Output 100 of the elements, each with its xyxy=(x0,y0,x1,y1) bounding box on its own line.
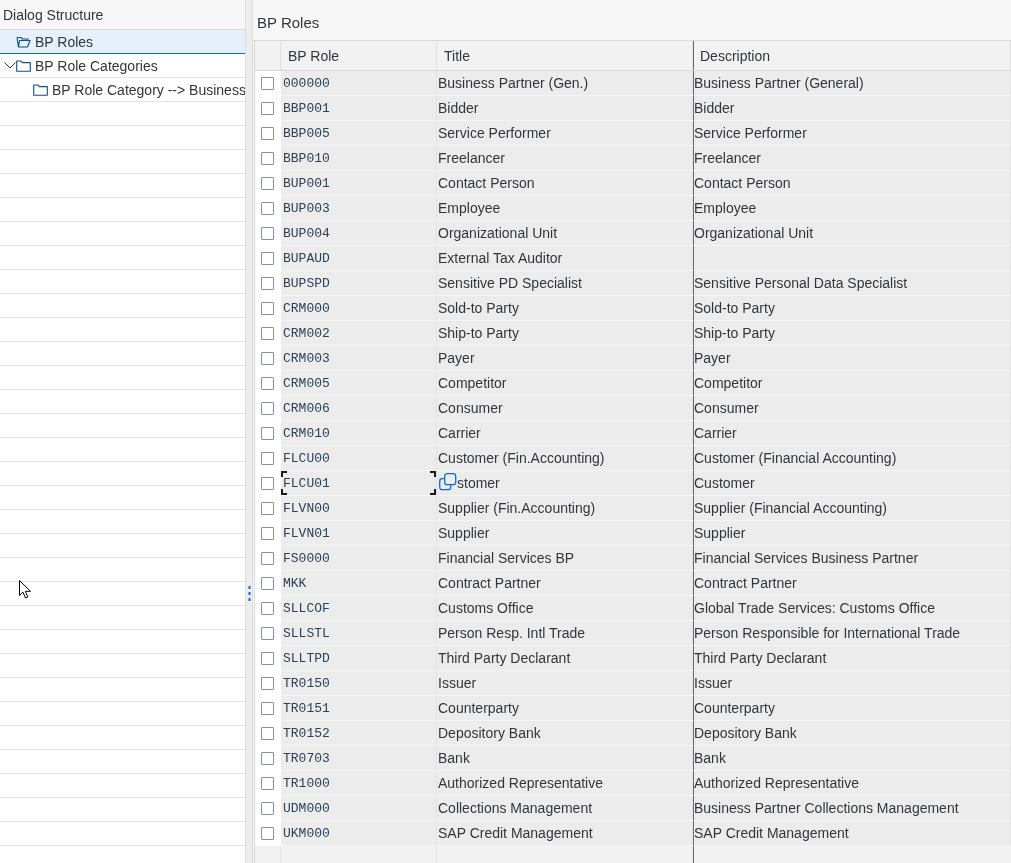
table-cell: Contract Partner xyxy=(437,571,693,596)
table-cell: Counterparty xyxy=(437,696,693,721)
open-folder-icon xyxy=(16,35,31,48)
table-cell: SLLSTL xyxy=(281,621,437,646)
row-checkbox[interactable] xyxy=(261,401,274,415)
row-checkbox[interactable] xyxy=(261,826,274,840)
table-cell: Sensitive PD Specialist xyxy=(437,271,693,296)
table-cell: Consumer xyxy=(437,396,693,421)
table-cell: FLCU00 xyxy=(281,446,437,471)
row-checkbox[interactable] xyxy=(261,301,274,315)
table-cell: TR0150 xyxy=(281,671,437,696)
table-cell: BBP005 xyxy=(281,121,437,146)
table-cell: TR0151 xyxy=(281,696,437,721)
table-cell: Business Partner (Gen.) xyxy=(437,71,693,96)
table-cell: Freelancer xyxy=(693,146,1011,171)
table-cell: Business Partner (General) xyxy=(693,71,1011,96)
row-checkbox[interactable] xyxy=(261,351,274,365)
row-checkbox[interactable] xyxy=(261,701,274,715)
table-cell: Service Performer xyxy=(693,121,1011,146)
table-cell: TR0703 xyxy=(281,746,437,771)
table-cell: Global Trade Services: Customs Office xyxy=(693,596,1011,621)
row-checkbox[interactable] xyxy=(261,226,274,240)
table-cell: FLVN00 xyxy=(281,496,437,521)
row-checkbox[interactable] xyxy=(261,676,274,690)
row-checkbox[interactable] xyxy=(261,426,274,440)
table-cell: Financial Services BP xyxy=(437,546,693,571)
table-cell: FLCU01 xyxy=(281,471,437,496)
row-checkbox[interactable] xyxy=(261,326,274,340)
table-cell: BUPAUD xyxy=(281,246,437,271)
table-cell: BUPSPD xyxy=(281,271,437,296)
table-cell: Issuer xyxy=(693,671,1011,696)
copy-icon[interactable] xyxy=(439,473,457,493)
row-checkbox[interactable] xyxy=(261,376,274,390)
row-checkbox[interactable] xyxy=(261,576,274,590)
table-cell: CRM005 xyxy=(281,371,437,396)
table-cell: SLLCOF xyxy=(281,596,437,621)
folder-icon xyxy=(33,83,48,96)
table-cell: Sold-to Party xyxy=(437,296,693,321)
column-header[interactable]: Description xyxy=(693,41,1011,70)
row-checkbox[interactable] xyxy=(261,651,274,665)
row-checkbox[interactable] xyxy=(261,776,274,790)
table-cell: Supplier xyxy=(437,521,693,546)
row-checkbox[interactable] xyxy=(261,126,274,140)
row-checkbox[interactable] xyxy=(261,601,274,615)
table-cell: BUP003 xyxy=(281,196,437,221)
table-cell: BUP001 xyxy=(281,171,437,196)
row-checkbox[interactable] xyxy=(261,76,274,90)
table-cell: TR0152 xyxy=(281,721,437,746)
row-checkbox[interactable] xyxy=(261,176,274,190)
row-checkbox[interactable] xyxy=(261,276,274,290)
table-cell: Carrier xyxy=(437,421,693,446)
table-cell: Organizational Unit xyxy=(437,221,693,246)
row-checkbox[interactable] xyxy=(261,501,274,515)
table-cell: Bidder xyxy=(437,96,693,121)
table-cell: Authorized Representative xyxy=(437,771,693,796)
table-cell: BBP001 xyxy=(281,96,437,121)
panel-title: Dialog Structure xyxy=(0,0,245,30)
row-checkbox[interactable] xyxy=(261,476,274,490)
row-checkbox[interactable] xyxy=(261,151,274,165)
table-cell: Issuer xyxy=(437,671,693,696)
table-cell: Sensitive Personal Data Specialist xyxy=(693,271,1011,296)
resize-handle[interactable] xyxy=(247,586,251,601)
table-cell: Carrier xyxy=(693,421,1011,446)
tree-item[interactable]: BP Roles xyxy=(0,30,245,54)
row-checkbox[interactable] xyxy=(261,551,274,565)
table-cell: CRM006 xyxy=(281,396,437,421)
table-cell: Bank xyxy=(693,746,1011,771)
table-cell: Ship-to Party xyxy=(437,321,693,346)
row-checkbox[interactable] xyxy=(261,801,274,815)
table-cell: Customer xyxy=(693,471,1011,496)
table-cell: Organizational Unit xyxy=(693,221,1011,246)
table-cell: Competitor xyxy=(437,371,693,396)
table-cell: Service Performer xyxy=(437,121,693,146)
table-cell: MKK xyxy=(281,571,437,596)
row-checkbox[interactable] xyxy=(261,726,274,740)
table-cell: 000000 xyxy=(281,71,437,96)
row-checkbox[interactable] xyxy=(261,626,274,640)
table-cell: Customs Office xyxy=(437,596,693,621)
row-checkbox[interactable] xyxy=(261,201,274,215)
row-checkbox[interactable] xyxy=(261,251,274,265)
mouse-pointer-icon xyxy=(19,580,32,599)
table-cell: Payer xyxy=(693,346,1011,371)
table-cell: Supplier (Financial Accounting) xyxy=(693,496,1011,521)
table-cell: Third Party Declarant xyxy=(693,646,1011,671)
row-checkbox[interactable] xyxy=(261,526,274,540)
table-cell: Ship-to Party xyxy=(693,321,1011,346)
row-checkbox[interactable] xyxy=(261,751,274,765)
table-cell: Customer (Financial Accounting) xyxy=(693,446,1011,471)
table-cell: Person Responsible for International Trade xyxy=(693,621,1011,646)
table-cell: FLVN01 xyxy=(281,521,437,546)
row-checkbox[interactable] xyxy=(261,101,274,115)
table-cell: Contact Person xyxy=(693,171,1011,196)
table-cell: Collections Management xyxy=(437,796,693,821)
folder-icon xyxy=(16,59,31,72)
table-cell: Sold-to Party xyxy=(693,296,1011,321)
row-checkbox[interactable] xyxy=(261,451,274,465)
table-cell: Depository Bank xyxy=(437,721,693,746)
chevron-down-icon[interactable] xyxy=(3,62,16,69)
table-cell: CRM002 xyxy=(281,321,437,346)
table-cell: Employee xyxy=(437,196,693,221)
